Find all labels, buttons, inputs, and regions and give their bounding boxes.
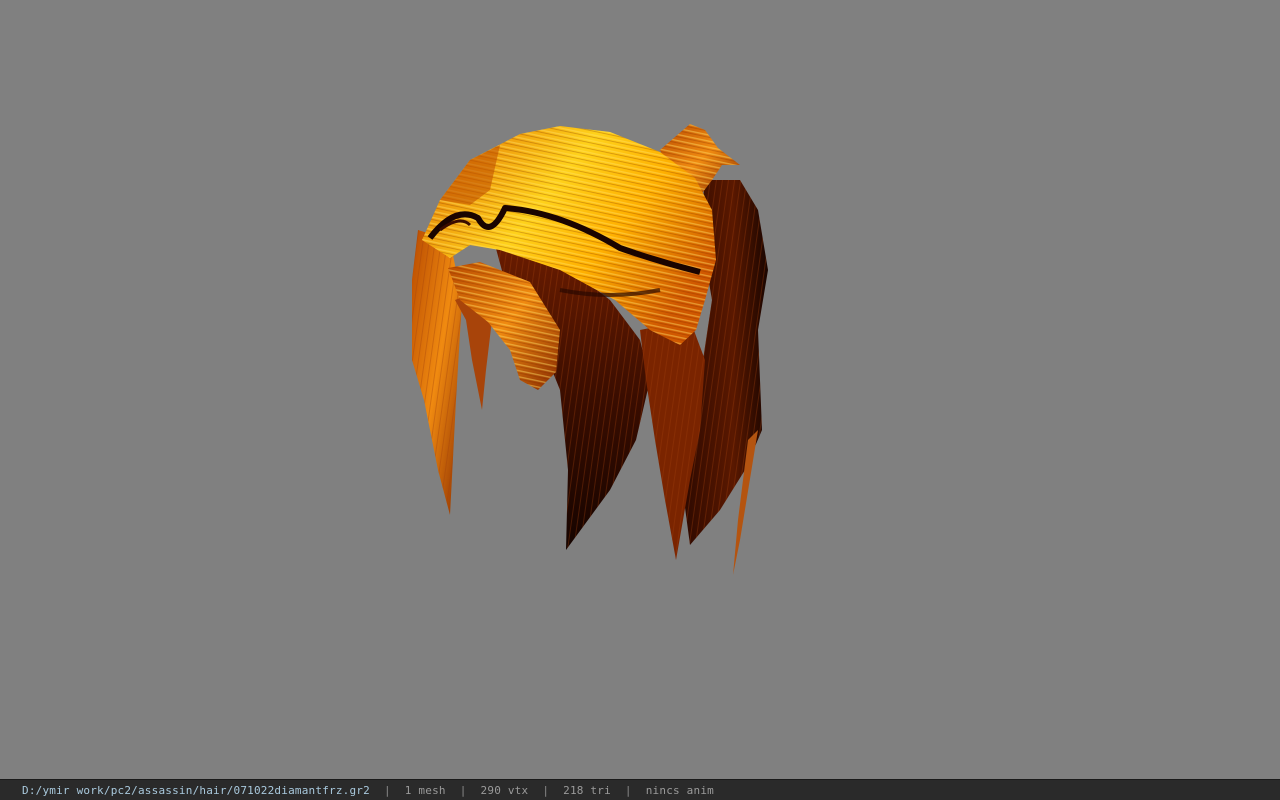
status-separator: |: [542, 783, 550, 797]
status-bar: D:/ymir work/pc2/assassin/hair/071022dia…: [0, 779, 1280, 800]
hair-mesh-model: [412, 124, 768, 575]
3d-viewport[interactable]: [0, 0, 1280, 779]
mesh-count: 1 mesh: [404, 783, 446, 797]
status-separator: |: [624, 783, 632, 797]
triangle-count: 218 tri: [563, 783, 611, 797]
status-separator: |: [383, 783, 391, 797]
status-separator: |: [459, 783, 467, 797]
file-path: D:/ymir work/pc2/assassin/hair/071022dia…: [22, 783, 370, 797]
animation-status: nincs anim: [645, 783, 714, 797]
vertex-count: 290 vtx: [480, 783, 529, 797]
